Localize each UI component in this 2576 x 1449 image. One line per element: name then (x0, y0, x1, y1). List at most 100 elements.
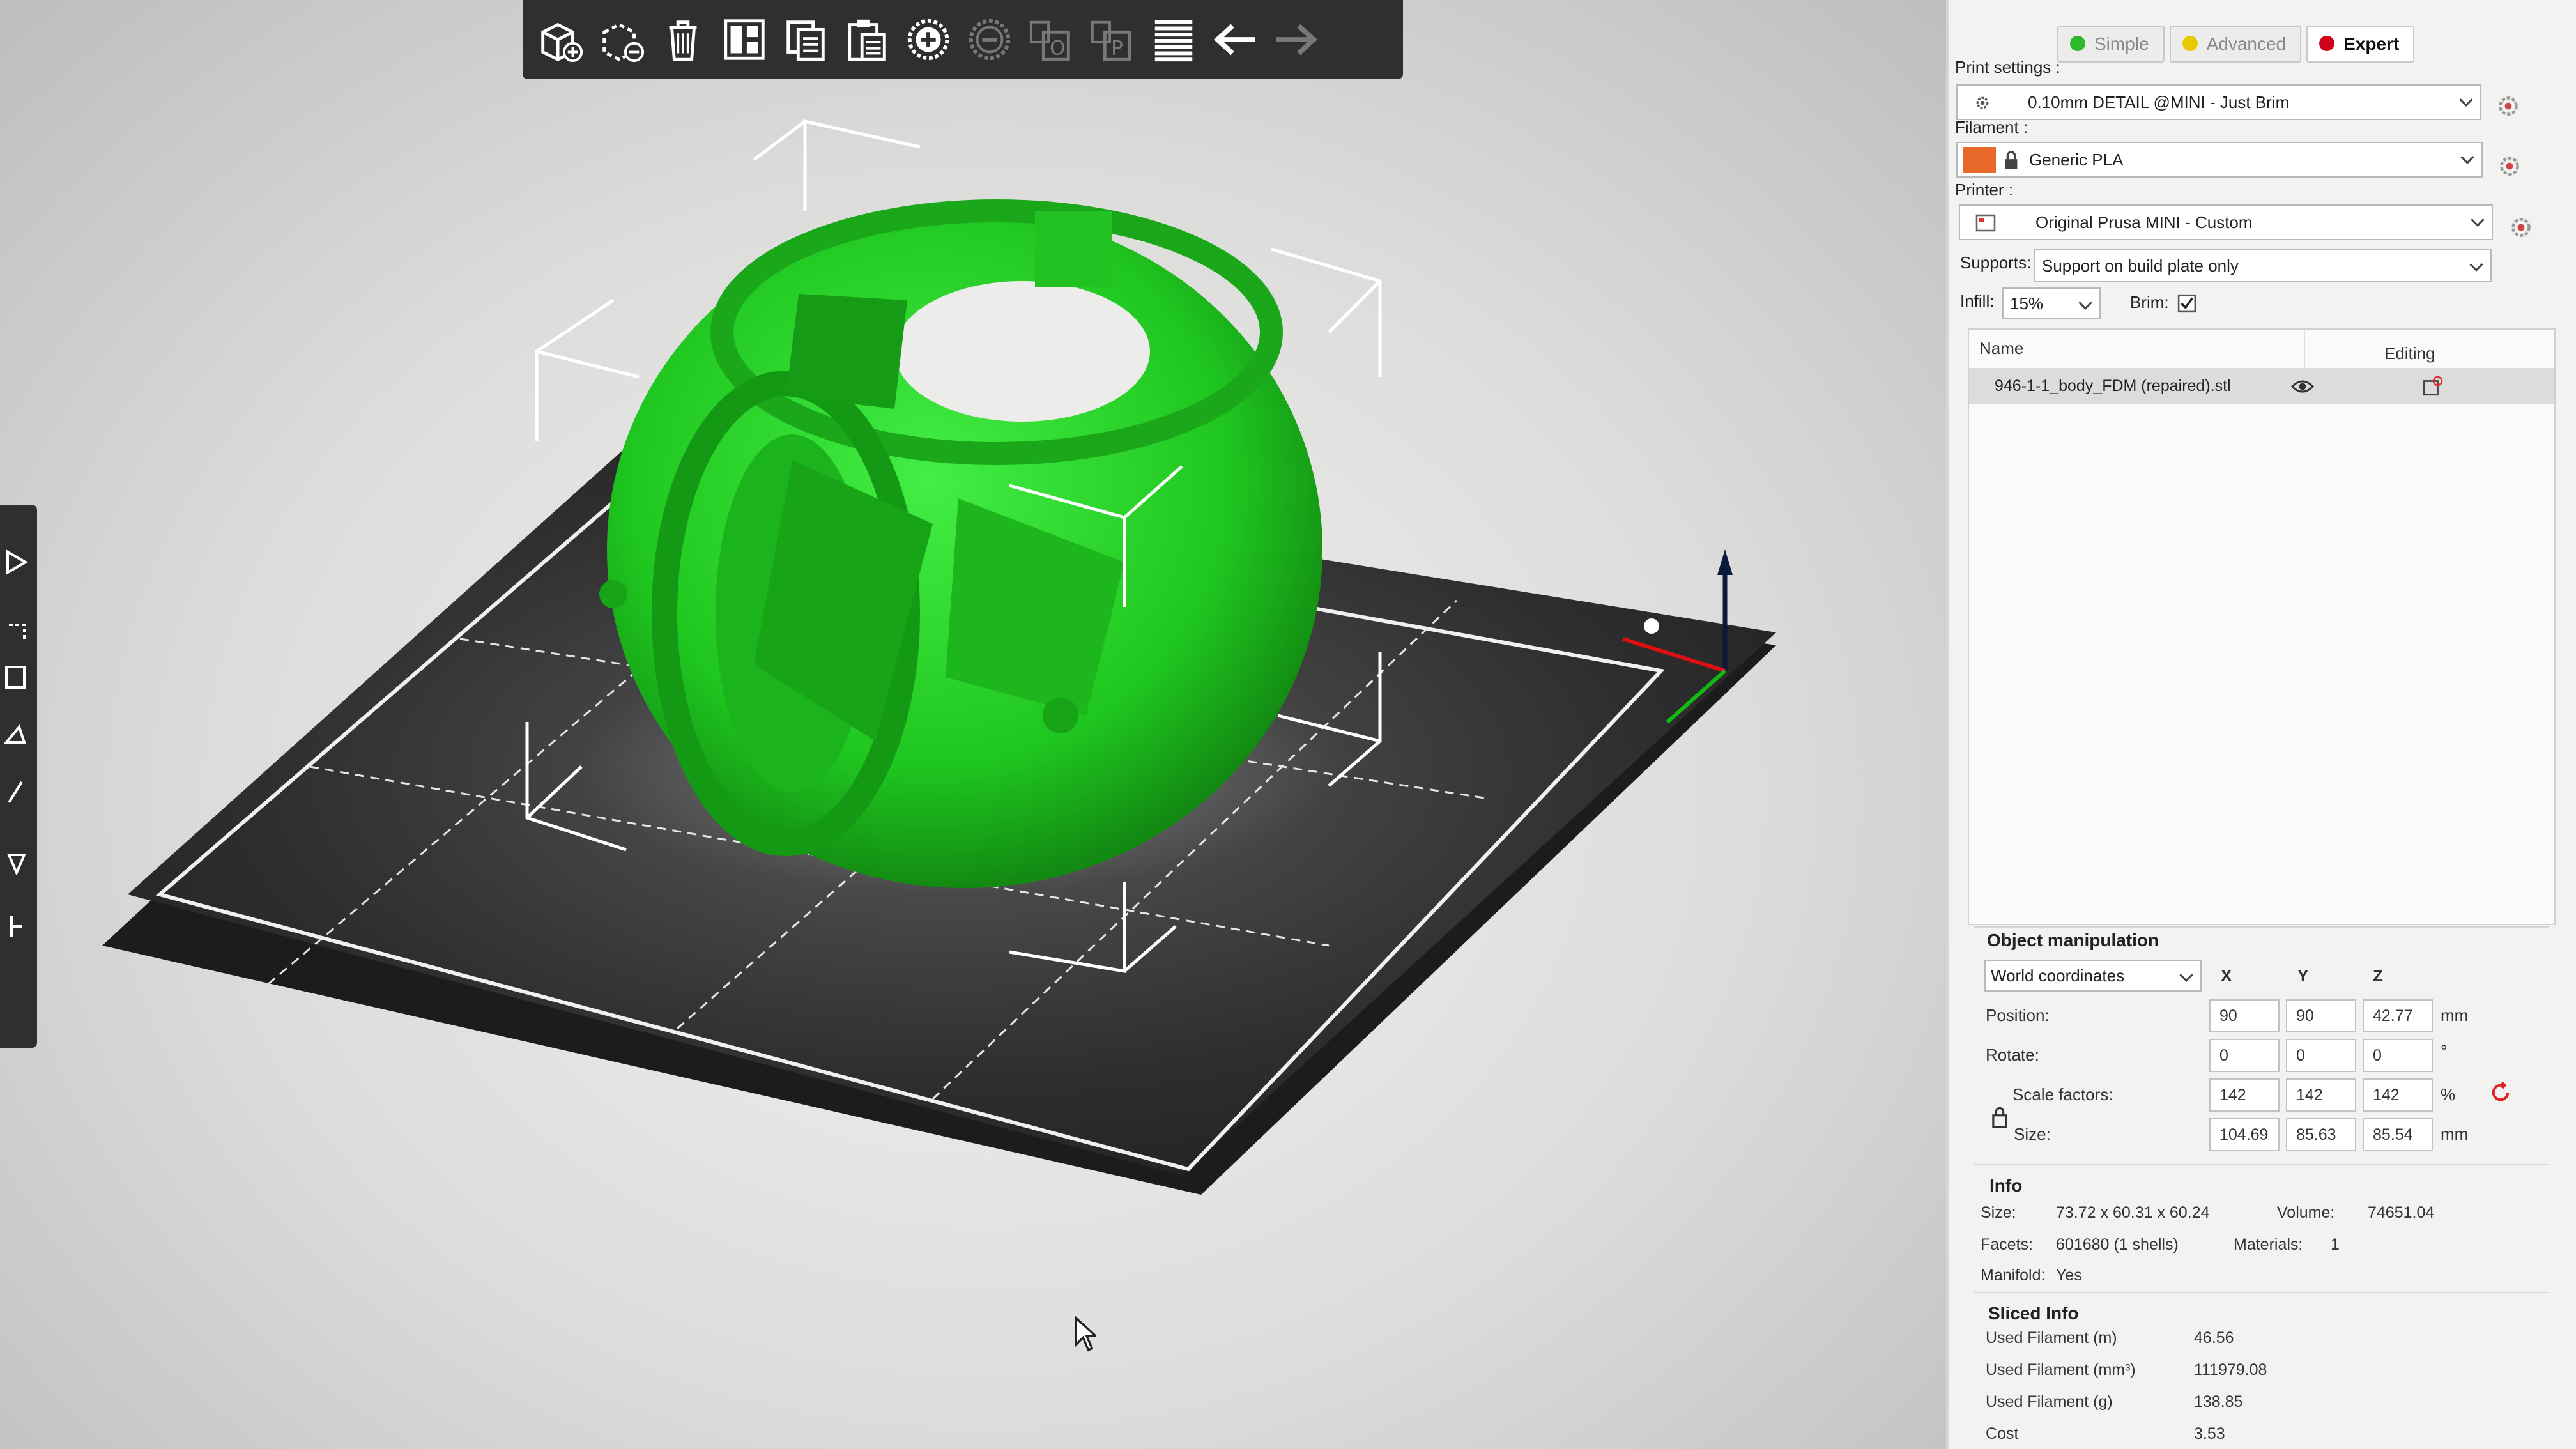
used-filament-mm3-value: 111979.08 (2194, 1361, 2267, 1379)
rotate-z-input[interactable]: 0 (2363, 1039, 2433, 1072)
model-946-body[interactable] (599, 199, 1322, 888)
scale-x-input[interactable]: 142 (2209, 1078, 2280, 1112)
cost-label: Cost (1986, 1425, 2019, 1443)
object-list-row[interactable]: 946-1-1_body_FDM (repaired).stl (1969, 369, 2554, 404)
print-settings-edit-icon[interactable] (2497, 95, 2520, 118)
svg-text:P: P (1111, 36, 1123, 59)
used-filament-g-value: 138.85 (2194, 1393, 2243, 1411)
copy-button[interactable] (778, 9, 833, 70)
edit-settings-icon[interactable] (2421, 376, 2443, 397)
printer-value: Original Prusa MINI - Custom (2035, 212, 2253, 232)
rotate-x-input[interactable]: 0 (2209, 1039, 2280, 1072)
delete-button[interactable] (594, 9, 649, 70)
paint-supports-icon[interactable] (4, 914, 29, 939)
info-facets-value: 601680 (1 shells) (2056, 1236, 2179, 1254)
info-volume-label: Volume: (2277, 1204, 2335, 1222)
mode-expert-label: Expert (2343, 34, 2400, 54)
split-objects-button[interactable]: O (1023, 9, 1078, 70)
scale-icon[interactable] (4, 664, 29, 690)
rotate-label: Rotate: (1986, 1045, 2039, 1064)
info-facets-label: Facets: (1981, 1236, 2033, 1254)
filament-label: Filament : (1955, 118, 2028, 137)
split-parts-icon: P (1091, 20, 1131, 61)
coordinate-system-combo[interactable]: World coordinates (1984, 960, 2202, 992)
brim-checkbox[interactable] (2177, 294, 2196, 313)
printer-combo[interactable]: Original Prusa MINI - Custom (1959, 204, 2493, 240)
size-y-input[interactable]: 85.63 (2286, 1118, 2356, 1151)
printer-label: Printer : (1955, 180, 2014, 199)
layers-editing-button[interactable] (1146, 9, 1201, 70)
arrange-button[interactable] (717, 9, 772, 70)
filament-edit-icon[interactable] (2498, 155, 2521, 178)
position-x-input[interactable]: 90 (2209, 999, 2280, 1032)
size-x-input[interactable]: 104.69 (2209, 1118, 2280, 1151)
mode-selector: Simple Advanced Expert (2057, 26, 2415, 63)
add-button[interactable] (533, 9, 588, 70)
position-unit: mm (2441, 1006, 2469, 1025)
split-parts-button[interactable]: P (1085, 9, 1140, 70)
delete-all-button[interactable] (656, 9, 710, 70)
plater-scene[interactable] (0, 0, 1968, 1449)
column-divider (2304, 330, 2305, 368)
info-size-label: Size: (1981, 1204, 2016, 1222)
scale-factors-label: Scale factors: (2012, 1085, 2113, 1104)
remove-instance-button[interactable] (962, 9, 1017, 70)
play-icon[interactable] (4, 549, 29, 575)
mode-advanced-label: Advanced (2206, 34, 2287, 54)
delete-all-icon (669, 20, 697, 61)
paste-button[interactable] (839, 9, 894, 70)
sliced-info-title: Sliced Info (1988, 1303, 2079, 1323)
rotate-icon[interactable] (4, 722, 29, 747)
mode-simple-button[interactable]: Simple (2057, 26, 2165, 63)
chevron-down-icon (2078, 302, 2092, 310)
arrange-icon (724, 19, 765, 60)
supports-value: Support on build plate only (2042, 256, 2239, 275)
position-y-input[interactable]: 90 (2286, 999, 2356, 1032)
size-z-input[interactable]: 85.54 (2363, 1118, 2433, 1151)
chevron-down-icon (2460, 156, 2474, 165)
left-gizmo-toolbar (0, 505, 37, 1048)
chevron-down-icon (2471, 218, 2485, 227)
infill-combo[interactable]: 15% (2002, 288, 2101, 319)
eye-icon[interactable] (2291, 378, 2314, 395)
green-dot-icon (2070, 36, 2085, 51)
scale-z-input[interactable]: 142 (2363, 1078, 2433, 1112)
scale-y-input[interactable]: 142 (2286, 1078, 2356, 1112)
remove-instance-icon (969, 19, 1011, 61)
mode-advanced-button[interactable]: Advanced (2169, 26, 2302, 63)
chevron-down-icon (2179, 974, 2193, 983)
supports-label: Supports: (1960, 253, 2032, 272)
rotate-y-input[interactable]: 0 (2286, 1039, 2356, 1072)
cut-icon[interactable] (4, 850, 29, 875)
object-name: 946-1-1_body_FDM (repaired).stl (1995, 377, 2231, 395)
info-manifold-value: Yes (2056, 1266, 2082, 1284)
info-materials-value: 1 (2331, 1236, 2340, 1254)
infill-value: 15% (2010, 293, 2044, 313)
size-unit: mm (2441, 1124, 2469, 1144)
axis-x-label: X (2221, 966, 2232, 985)
print-settings-value: 0.10mm DETAIL @MINI - Just Brim (2028, 92, 2290, 112)
supports-combo[interactable]: Support on build plate only (2034, 249, 2492, 282)
add-icon (541, 22, 583, 63)
red-dot-icon (2319, 36, 2335, 51)
axis-z-label: Z (2373, 966, 2383, 985)
printer-edit-icon[interactable] (2510, 216, 2533, 239)
undo-button[interactable] (1208, 9, 1262, 70)
3d-viewport[interactable]: O P (0, 0, 1968, 1449)
add-instance-button[interactable] (901, 9, 956, 70)
object-manipulation-title: Object manipulation (1987, 930, 2159, 950)
print-settings-combo[interactable]: 0.10mm DETAIL @MINI - Just Brim (1956, 84, 2481, 120)
position-z-input[interactable]: 42.77 (2363, 999, 2433, 1032)
reset-scale-icon[interactable] (2489, 1081, 2512, 1104)
paste-icon (848, 19, 886, 61)
delete-icon (602, 22, 645, 63)
info-size-value: 73.72 x 60.31 x 60.24 (2056, 1204, 2210, 1222)
redo-button[interactable] (1269, 9, 1324, 70)
place-on-face-icon[interactable] (4, 779, 29, 805)
filament-combo[interactable]: Generic PLA (1956, 142, 2483, 178)
mode-expert-button[interactable]: Expert (2306, 26, 2415, 63)
move-icon[interactable] (4, 620, 29, 645)
infill-label: Infill: (1960, 291, 1995, 310)
mode-simple-label: Simple (2094, 34, 2149, 54)
uniform-scale-lock-icon[interactable] (1991, 1105, 2009, 1128)
